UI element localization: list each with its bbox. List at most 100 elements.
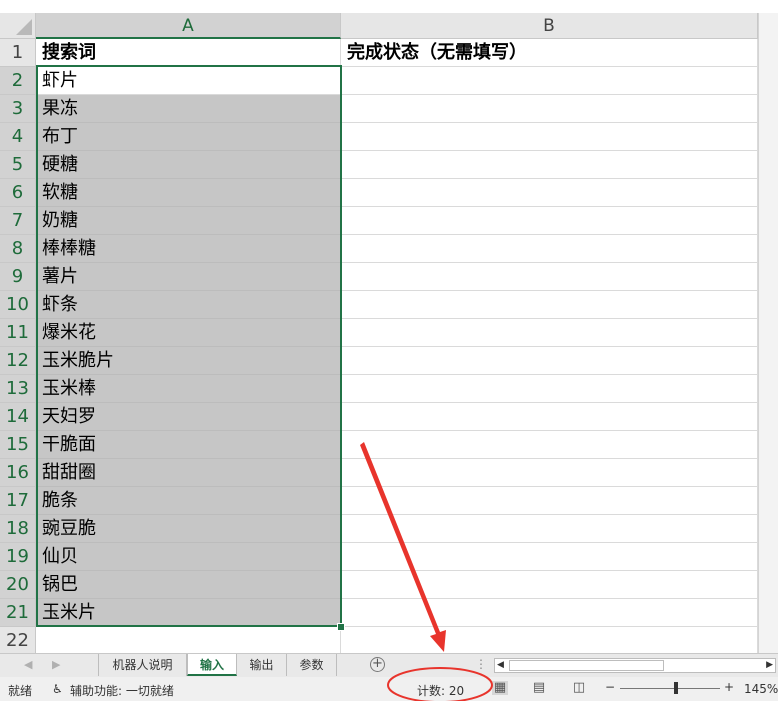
cell-b[interactable] — [341, 263, 758, 291]
zoom-slider[interactable] — [620, 688, 720, 689]
row-header[interactable]: 10 — [0, 291, 36, 319]
accessibility-status[interactable]: 辅助功能: 一切就绪 — [70, 682, 174, 699]
row-header[interactable]: 17 — [0, 487, 36, 515]
cell-a[interactable]: 仙贝 — [36, 543, 341, 571]
cell-a[interactable]: 虾条 — [36, 291, 341, 319]
cell-b[interactable] — [341, 291, 758, 319]
row-header[interactable]: 12 — [0, 347, 36, 375]
cell-a[interactable]: 玉米棒 — [36, 375, 341, 403]
cell-b[interactable] — [341, 319, 758, 347]
row-header[interactable]: 16 — [0, 459, 36, 487]
row-header[interactable]: 4 — [0, 123, 36, 151]
cell-b[interactable] — [341, 599, 758, 627]
cell-a[interactable]: 虾片 — [36, 67, 341, 95]
prev-sheet-icon[interactable]: ◀ — [24, 658, 32, 671]
cell-b[interactable] — [341, 235, 758, 263]
scroll-left-icon[interactable]: ◀ — [497, 659, 504, 672]
tab-parameters[interactable]: 参数 — [287, 654, 337, 676]
column-header-b[interactable]: B — [341, 13, 758, 39]
cell-b[interactable] — [341, 347, 758, 375]
cell-a[interactable]: 硬糖 — [36, 151, 341, 179]
accessibility-icon[interactable]: ♿ — [52, 682, 63, 696]
cell-b[interactable] — [341, 95, 758, 123]
cell-b[interactable] — [341, 123, 758, 151]
zoom-slider-knob[interactable] — [674, 682, 678, 694]
row-header[interactable]: 15 — [0, 431, 36, 459]
table-row: 5 硬糖 — [0, 151, 758, 179]
row-header[interactable]: 2 — [0, 67, 36, 95]
table-row: 1 搜索词 完成状态（无需填写） — [0, 39, 758, 67]
row-header[interactable]: 19 — [0, 543, 36, 571]
cell-b[interactable] — [341, 487, 758, 515]
row-header[interactable]: 18 — [0, 515, 36, 543]
page-break-preview-icon[interactable]: ◫ — [571, 681, 587, 695]
zoom-out-button[interactable]: − — [605, 680, 615, 694]
cell-a[interactable]: 甜甜圈 — [36, 459, 341, 487]
cell-b[interactable] — [341, 571, 758, 599]
row-header[interactable]: 9 — [0, 263, 36, 291]
table-row: 18 豌豆脆 — [0, 515, 758, 543]
cell-a[interactable]: 干脆面 — [36, 431, 341, 459]
cell-a[interactable]: 玉米脆片 — [36, 347, 341, 375]
page-layout-icon[interactable]: ▤ — [531, 681, 547, 695]
cell-b[interactable] — [341, 403, 758, 431]
cell-b[interactable] — [341, 207, 758, 235]
cell-a[interactable]: 奶糖 — [36, 207, 341, 235]
next-sheet-icon[interactable]: ▶ — [52, 658, 60, 671]
column-header-a[interactable]: A — [36, 13, 341, 39]
row-header[interactable]: 14 — [0, 403, 36, 431]
row-header[interactable]: 22 — [0, 627, 36, 653]
row-header[interactable]: 20 — [0, 571, 36, 599]
cell-b[interactable] — [341, 375, 758, 403]
cell-b[interactable] — [341, 543, 758, 571]
row-header[interactable]: 6 — [0, 179, 36, 207]
cell-a[interactable]: 薯片 — [36, 263, 341, 291]
row-header[interactable]: 7 — [0, 207, 36, 235]
cell-b[interactable] — [341, 515, 758, 543]
zoom-in-button[interactable]: + — [724, 680, 734, 694]
spreadsheet-grid[interactable]: A B 1 搜索词 完成状态（无需填写） 2 虾片 3 果冻 4 布丁 5 硬糖 6 软糖 7 奶糖 8… — [0, 13, 758, 653]
row-header[interactable]: 11 — [0, 319, 36, 347]
tab-input[interactable]: 输入 — [187, 654, 237, 676]
tab-output[interactable]: 输出 — [237, 654, 287, 676]
row-header[interactable]: 3 — [0, 95, 36, 123]
row-header[interactable]: 13 — [0, 375, 36, 403]
cell-a[interactable]: 脆条 — [36, 487, 341, 515]
cell-a[interactable]: 棒棒糖 — [36, 235, 341, 263]
scroll-right-icon[interactable]: ▶ — [766, 659, 773, 672]
cell-a[interactable] — [36, 627, 341, 653]
cell-b[interactable] — [341, 179, 758, 207]
cell-a[interactable]: 豌豆脆 — [36, 515, 341, 543]
cell-b[interactable] — [341, 431, 758, 459]
cell-b[interactable] — [341, 67, 758, 95]
row-header[interactable]: 21 — [0, 599, 36, 627]
cell-a[interactable]: 布丁 — [36, 123, 341, 151]
zoom-level[interactable]: 145% — [744, 682, 778, 696]
fill-handle[interactable] — [337, 623, 345, 631]
add-sheet-icon[interactable]: + — [370, 657, 385, 672]
cell-a[interactable]: 果冻 — [36, 95, 341, 123]
vertical-scrollbar[interactable] — [758, 13, 778, 653]
cell-a[interactable]: 软糖 — [36, 179, 341, 207]
scroll-thumb[interactable] — [509, 660, 664, 671]
cell-a[interactable]: 天妇罗 — [36, 403, 341, 431]
table-row: 17 脆条 — [0, 487, 758, 515]
cell-a1[interactable]: 搜索词 — [36, 39, 341, 67]
cell-a[interactable]: 玉米片 — [36, 599, 341, 627]
row-header[interactable]: 5 — [0, 151, 36, 179]
row-header[interactable]: 8 — [0, 235, 36, 263]
cell-a[interactable]: 爆米花 — [36, 319, 341, 347]
cell-b[interactable] — [341, 627, 758, 653]
split-handle-icon[interactable]: ⋮ — [475, 657, 487, 671]
cell-a[interactable]: 锅巴 — [36, 571, 341, 599]
row-header[interactable]: 1 — [0, 39, 36, 67]
tab-robot-instructions[interactable]: 机器人说明 — [98, 654, 187, 676]
table-row: 20 锅巴 — [0, 571, 758, 599]
cell-b[interactable] — [341, 459, 758, 487]
sheet-tab-bar: ◀ ▶ 机器人说明 输入 输出 参数 + ⋮ ◀ ▶ — [0, 653, 778, 677]
cell-b1[interactable]: 完成状态（无需填写） — [341, 39, 758, 67]
horizontal-scrollbar[interactable]: ◀ ▶ — [494, 658, 776, 673]
select-all-corner[interactable] — [0, 13, 36, 39]
cell-b[interactable] — [341, 151, 758, 179]
normal-view-icon[interactable]: ▦ — [492, 681, 508, 695]
